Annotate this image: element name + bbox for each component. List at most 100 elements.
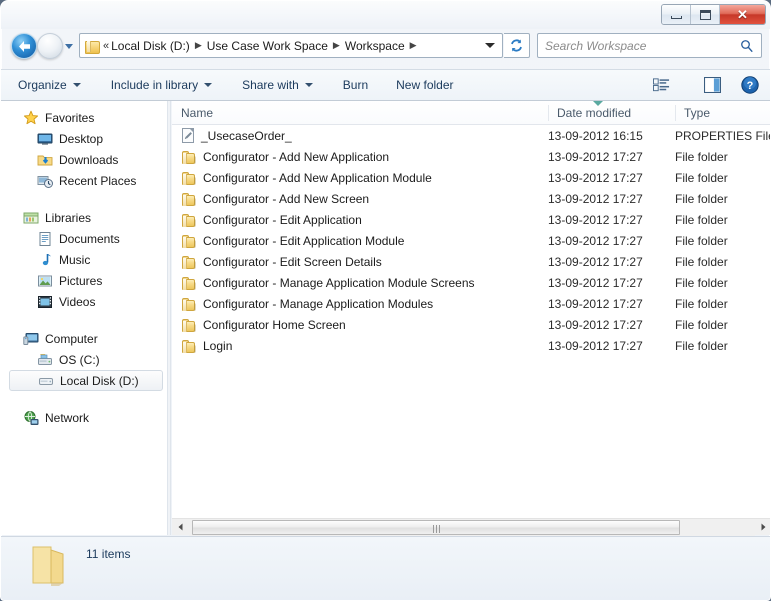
new-folder-label: New folder: [396, 78, 454, 92]
column-header-date-label: Date modified: [557, 106, 632, 120]
sidebar-item-downloads[interactable]: Downloads: [1, 149, 167, 170]
view-dropdown-button[interactable]: [675, 73, 685, 97]
breadcrumb-item-2[interactable]: Workspace: [344, 37, 406, 55]
table-row[interactable]: Login 13-09-2012 17:27 File folder: [172, 335, 770, 356]
file-date: 13-09-2012 17:27: [548, 275, 643, 290]
table-row[interactable]: _UsecaseOrder_ 13-09-2012 16:15 PROPERTI…: [172, 125, 771, 146]
file-name-cell: _UsecaseOrder_: [181, 128, 292, 143]
burn-button[interactable]: Burn: [334, 73, 377, 97]
refresh-icon: [511, 39, 522, 52]
breadcrumb-item-1[interactable]: Use Case Work Space: [206, 37, 329, 55]
file-type: File folder: [675, 338, 728, 353]
scroll-left-button[interactable]: [172, 519, 189, 536]
table-row[interactable]: Configurator Home Screen 13-09-2012 17:2…: [172, 314, 770, 335]
item-count: 11 items: [86, 547, 131, 561]
file-list-pane: Name Date modified Type _UsecaseOrder_ 1…: [172, 101, 771, 535]
sidebar-item-recent-places[interactable]: Recent Places: [1, 170, 167, 191]
burn-label: Burn: [342, 78, 369, 92]
sidebar-item-network[interactable]: Network: [1, 407, 167, 428]
window-controls: ✕: [661, 4, 766, 25]
history-dropdown-icon[interactable]: [65, 44, 73, 49]
sidebar-item-libraries[interactable]: Libraries: [1, 207, 167, 228]
table-row[interactable]: Configurator - Edit Application Module 1…: [172, 230, 770, 251]
table-row[interactable]: Configurator - Add New Application 13-09…: [172, 146, 770, 167]
sidebar-item-pictures[interactable]: Pictures: [1, 270, 167, 291]
breadcrumb-overflow-icon[interactable]: «: [103, 40, 109, 52]
pane-splitter[interactable]: [167, 101, 171, 535]
table-row[interactable]: Configurator - Edit Application 13-09-20…: [172, 209, 770, 230]
sidebar-item-music[interactable]: Music: [1, 249, 167, 270]
organize-button[interactable]: Organize: [9, 73, 90, 97]
nav-group-network: Network: [1, 407, 167, 428]
file-type: File folder: [675, 275, 728, 290]
address-bar[interactable]: « Local Disk (D:) ▶ Use Case Work Space …: [79, 33, 503, 58]
sidebar-label: Local Disk (D:): [60, 373, 139, 388]
column-header-type[interactable]: Type: [675, 101, 770, 125]
explorer-content: Favorites Desktop Downloads Recent Place…: [1, 101, 771, 535]
svg-text:?: ?: [747, 80, 754, 92]
file-date: 13-09-2012 17:27: [548, 233, 643, 248]
help-button[interactable]: ?: [736, 73, 764, 97]
search-input[interactable]: Search Workspace: [545, 39, 646, 53]
share-with-label: Share with: [242, 78, 299, 92]
file-type: PROPERTIES File: [675, 128, 771, 143]
share-with-button[interactable]: Share with: [233, 73, 322, 97]
breadcrumb-separator-icon[interactable]: ▶: [410, 40, 417, 51]
include-in-library-button[interactable]: Include in library: [102, 73, 221, 97]
sidebar-item-computer[interactable]: Computer: [1, 328, 167, 349]
search-icon[interactable]: [740, 39, 754, 53]
sidebar-item-videos[interactable]: Videos: [1, 291, 167, 312]
sidebar-item-desktop[interactable]: Desktop: [1, 128, 167, 149]
back-button[interactable]: [11, 33, 37, 59]
folder-icon: [181, 234, 197, 248]
folder-icon: [181, 213, 197, 227]
file-type: File folder: [675, 191, 728, 206]
address-dropdown-icon[interactable]: [485, 43, 495, 48]
sidebar-item-documents[interactable]: Documents: [1, 228, 167, 249]
file-date: 13-09-2012 17:27: [548, 149, 643, 164]
maximize-button[interactable]: [691, 5, 720, 24]
sidebar-item-os-c[interactable]: OS (C:): [1, 349, 167, 370]
file-type: File folder: [675, 212, 728, 227]
file-name: _UsecaseOrder_: [201, 128, 292, 143]
file-name: Configurator - Edit Screen Details: [203, 254, 382, 269]
sidebar-label: Documents: [59, 231, 120, 246]
horizontal-scrollbar[interactable]: [172, 518, 770, 536]
new-folder-button[interactable]: New folder: [387, 73, 462, 97]
scroll-right-button[interactable]: [755, 519, 770, 536]
address-bar-row: « Local Disk (D:) ▶ Use Case Work Space …: [1, 29, 770, 65]
help-icon: ?: [741, 76, 759, 94]
title-bar: ✕: [1, 1, 770, 29]
change-view-button[interactable]: [648, 73, 675, 97]
table-row[interactable]: Configurator - Edit Screen Details 13-09…: [172, 251, 770, 272]
chevron-down-icon: [304, 83, 313, 87]
star-icon: [23, 110, 39, 126]
table-row[interactable]: Configurator - Manage Application Module…: [172, 272, 770, 293]
breadcrumb-separator-icon[interactable]: ▶: [333, 40, 340, 51]
sidebar-item-favorites[interactable]: Favorites: [1, 107, 167, 128]
refresh-button[interactable]: [504, 33, 530, 58]
table-row[interactable]: Configurator - Add New Application Modul…: [172, 167, 770, 188]
close-icon: ✕: [737, 7, 748, 22]
breadcrumb-item-0[interactable]: Local Disk (D:): [110, 37, 191, 55]
file-name: Configurator - Edit Application Module: [203, 233, 405, 248]
toolbar-right-group: ?: [648, 73, 770, 97]
forward-button[interactable]: [37, 33, 63, 59]
column-header-name[interactable]: Name: [172, 101, 548, 125]
downloads-icon: [37, 152, 53, 168]
file-date: 13-09-2012 17:27: [548, 317, 643, 332]
sidebar-item-local-disk-d[interactable]: Local Disk (D:): [9, 370, 163, 391]
minimize-button[interactable]: [662, 5, 691, 24]
table-row[interactable]: Configurator - Add New Screen 13-09-2012…: [172, 188, 770, 209]
table-row[interactable]: Configurator - Manage Application Module…: [172, 293, 770, 314]
scrollbar-track[interactable]: [189, 518, 755, 536]
breadcrumb-separator-icon[interactable]: ▶: [195, 40, 202, 51]
recent-places-icon: [37, 173, 53, 189]
nav-group-favorites: Favorites Desktop Downloads Recent Place…: [1, 107, 167, 191]
search-box[interactable]: Search Workspace: [537, 33, 762, 58]
close-button[interactable]: ✕: [720, 5, 765, 24]
file-type: File folder: [675, 233, 728, 248]
scrollbar-thumb[interactable]: [192, 519, 680, 535]
column-header-date-modified[interactable]: Date modified: [548, 101, 675, 125]
preview-pane-button[interactable]: [699, 73, 726, 97]
